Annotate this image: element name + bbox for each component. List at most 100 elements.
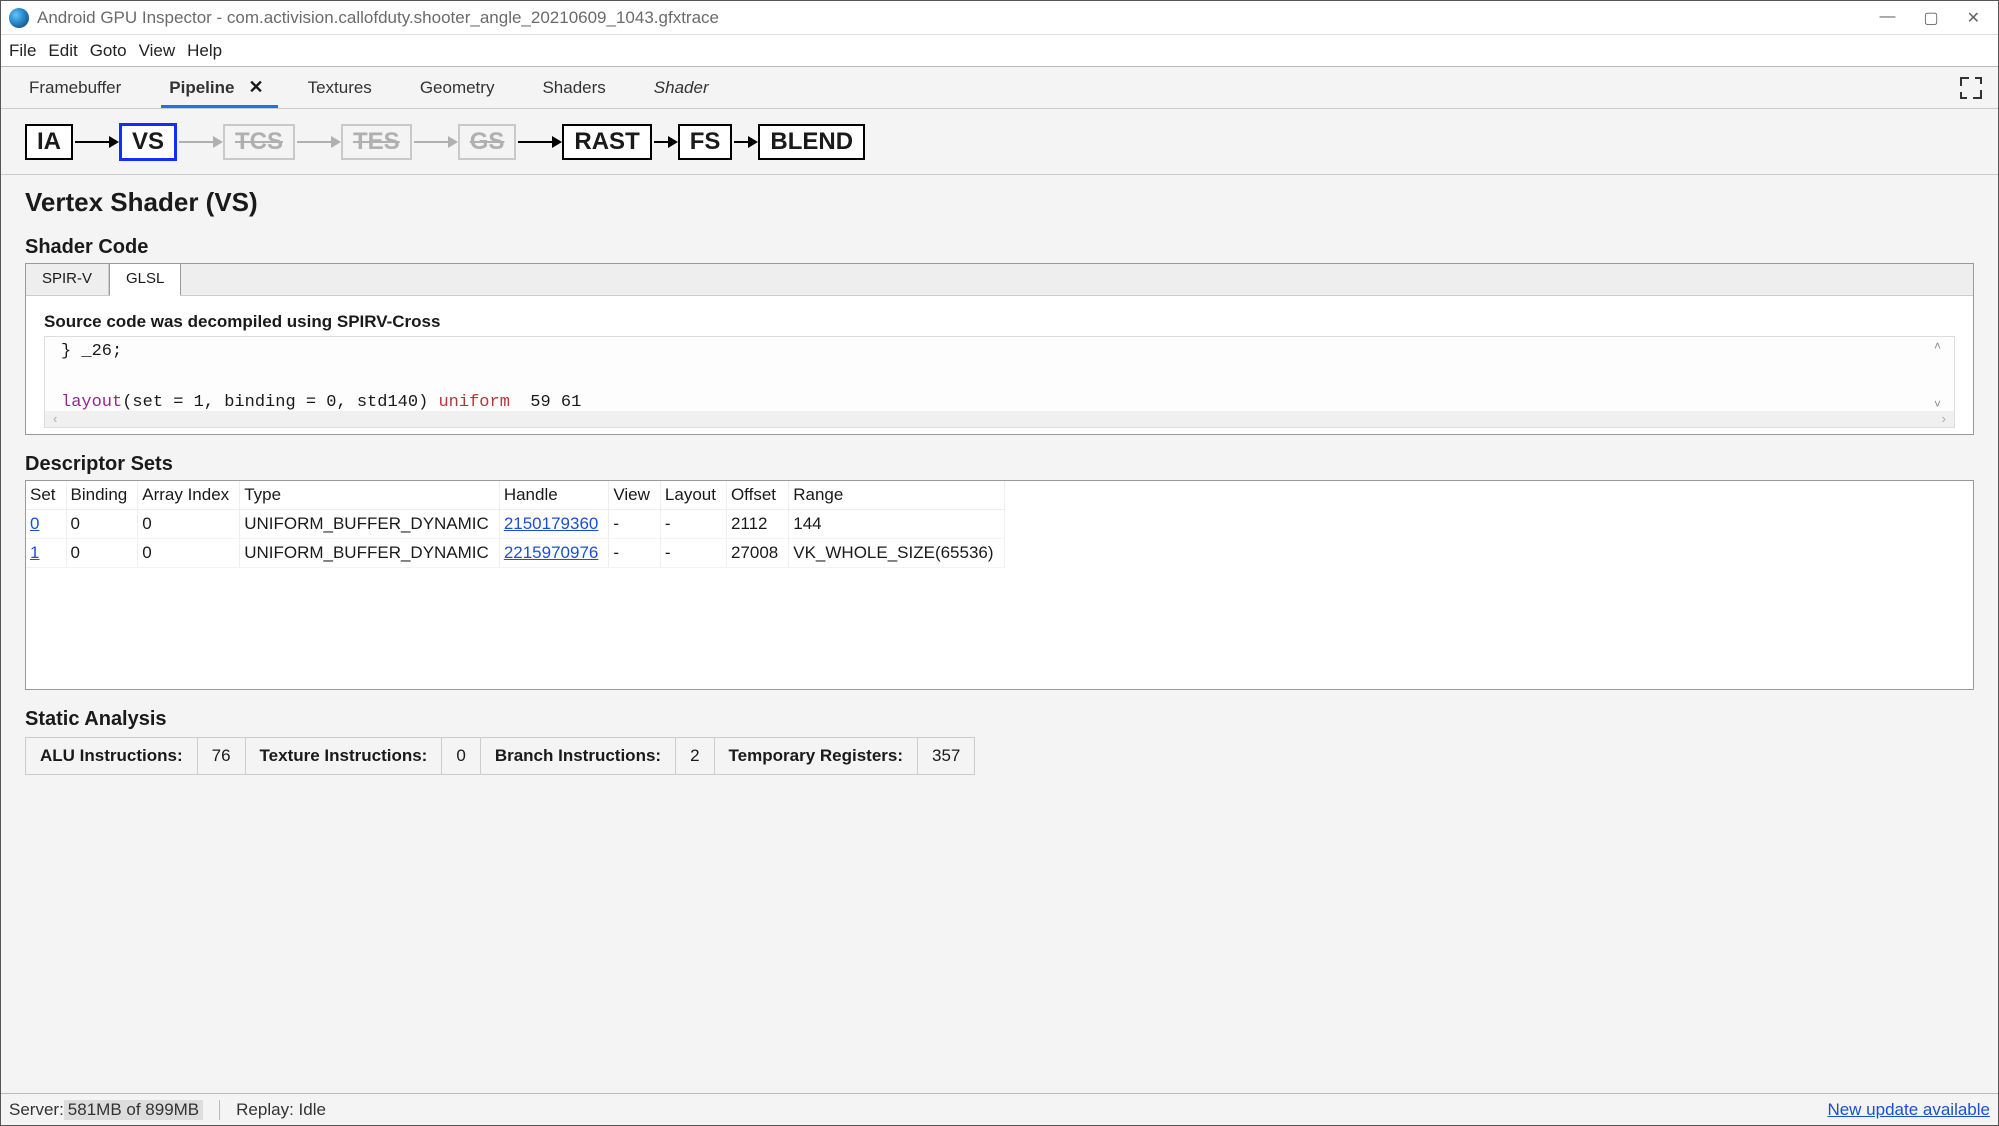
static-analysis-heading: Static Analysis [25, 708, 1974, 731]
shader-code-box: SPIR-V GLSL Source code was decompiled u… [25, 263, 1974, 435]
tab-close-icon[interactable]: ✕ [248, 77, 263, 98]
branch-value: 2 [676, 737, 714, 775]
vertical-scrollbar[interactable]: ˄˅ [1934, 339, 1952, 411]
tab-shaders[interactable]: Shaders [538, 70, 609, 106]
main-tabs: Framebuffer Pipeline ✕ Textures Geometry… [1, 67, 1998, 109]
scroll-down-icon[interactable]: ˅ [1934, 397, 1952, 411]
arrow-icon [297, 141, 339, 143]
menu-edit[interactable]: Edit [48, 41, 77, 61]
window-controls: — ▢ ✕ [1879, 8, 1990, 28]
stage-tes[interactable]: TES [341, 124, 412, 160]
decompile-note: Source code was decompiled using SPIRV-C… [44, 312, 1955, 332]
table-header-row: Set Binding Array Index Type Handle View… [26, 481, 1004, 510]
horizontal-scrollbar[interactable]: ‹› [45, 411, 1954, 427]
col-type[interactable]: Type [240, 481, 500, 510]
tab-framebuffer[interactable]: Framebuffer [25, 70, 125, 106]
app-icon [9, 8, 29, 28]
stage-fs[interactable]: FS [678, 124, 733, 160]
col-layout[interactable]: Layout [660, 481, 726, 510]
table-cell[interactable]: 0 [26, 510, 66, 539]
code-keyword: layout [61, 393, 122, 411]
table-cell: UNIFORM_BUFFER_DYNAMIC [240, 539, 500, 568]
pipeline-stages: IA VS TCS TES GS RAST FS BLEND [1, 109, 1998, 175]
arrow-icon [734, 141, 756, 143]
table-cell: - [660, 510, 726, 539]
table-row[interactable]: 100UNIFORM_BUFFER_DYNAMIC2215970976--270… [26, 539, 1004, 568]
table-cell: 0 [66, 539, 138, 568]
table-cell[interactable]: 2215970976 [499, 539, 609, 568]
code-line: } _26; [61, 342, 122, 361]
stage-rast[interactable]: RAST [562, 124, 651, 160]
arrow-icon [518, 141, 560, 143]
arrow-icon [75, 141, 117, 143]
col-handle[interactable]: Handle [499, 481, 609, 510]
table-cell: - [660, 539, 726, 568]
table-row[interactable]: 000UNIFORM_BUFFER_DYNAMIC2150179360--211… [26, 510, 1004, 539]
handle-link[interactable]: 2150179360 [504, 514, 599, 533]
update-link[interactable]: New update available [1827, 1100, 1990, 1120]
arrow-icon [414, 141, 456, 143]
code-area[interactable]: } _26; layout(set = 1, binding = 0, std1… [44, 336, 1955, 428]
table-cell: 0 [66, 510, 138, 539]
menu-file[interactable]: File [9, 41, 36, 61]
set-link[interactable]: 0 [30, 514, 39, 533]
table-cell: 0 [138, 539, 240, 568]
replay-status: Replay: Idle [236, 1100, 326, 1120]
table-cell: 0 [138, 510, 240, 539]
menubar: File Edit Goto View Help [1, 35, 1998, 67]
arrow-icon [179, 141, 221, 143]
stage-gs[interactable]: GS [458, 124, 517, 160]
menu-goto[interactable]: Goto [90, 41, 127, 61]
minimize-icon[interactable]: — [1879, 8, 1895, 28]
tex-label: Texture Instructions: [246, 737, 443, 775]
scroll-left-icon[interactable]: ‹ [53, 411, 57, 427]
tab-textures[interactable]: Textures [304, 70, 376, 106]
stage-blend[interactable]: BLEND [758, 124, 865, 160]
stage-vs[interactable]: VS [119, 123, 177, 161]
tex-value: 0 [442, 737, 480, 775]
alu-value: 76 [198, 737, 246, 775]
page-title: Vertex Shader (VS) [25, 187, 1974, 218]
table-cell: 27008 [726, 539, 788, 568]
alu-label: ALU Instructions: [25, 737, 198, 775]
titlebar: Android GPU Inspector - com.activision.c… [1, 1, 1998, 35]
tab-pipeline[interactable]: Pipeline [165, 70, 238, 106]
server-label: Server: [9, 1100, 64, 1120]
menu-view[interactable]: View [139, 41, 176, 61]
col-binding[interactable]: Binding [66, 481, 138, 510]
table-cell[interactable]: 1 [26, 539, 66, 568]
stage-tcs[interactable]: TCS [223, 124, 295, 160]
tab-shader[interactable]: Shader [650, 70, 713, 106]
code-tab-glsl[interactable]: GLSL [109, 263, 181, 296]
table-cell: 144 [789, 510, 1004, 539]
content-area: Vertex Shader (VS) Shader Code SPIR-V GL… [1, 175, 1998, 1093]
menu-help[interactable]: Help [187, 41, 222, 61]
maximize-icon[interactable]: ▢ [1923, 8, 1938, 28]
arrow-icon [654, 141, 676, 143]
code-tab-spirv[interactable]: SPIR-V [26, 264, 109, 295]
close-icon[interactable]: ✕ [1967, 8, 1980, 28]
col-set[interactable]: Set [26, 481, 66, 510]
scroll-up-icon[interactable]: ˄ [1934, 339, 1952, 353]
code-tabs: SPIR-V GLSL [26, 264, 1973, 296]
table-cell: - [609, 539, 661, 568]
set-link[interactable]: 1 [30, 543, 39, 562]
fullscreen-icon[interactable] [1960, 77, 1982, 99]
col-offset[interactable]: Offset [726, 481, 788, 510]
server-memory: 581MB of 899MB [64, 1100, 203, 1120]
table-cell[interactable]: 2150179360 [499, 510, 609, 539]
handle-link[interactable]: 2215970976 [504, 543, 599, 562]
table-cell: UNIFORM_BUFFER_DYNAMIC [240, 510, 500, 539]
descriptor-table: Set Binding Array Index Type Handle View… [25, 480, 1974, 690]
col-array-index[interactable]: Array Index [138, 481, 240, 510]
col-view[interactable]: View [609, 481, 661, 510]
col-range[interactable]: Range [789, 481, 1004, 510]
static-analysis-row: ALU Instructions: 76 Texture Instruction… [25, 737, 1974, 775]
table-cell: VK_WHOLE_SIZE(65536) [789, 539, 1004, 568]
divider [219, 1100, 220, 1120]
stage-ia[interactable]: IA [25, 124, 73, 160]
code-text: 59 61 [510, 393, 581, 411]
scroll-right-icon[interactable]: › [1942, 411, 1946, 427]
table-cell: - [609, 510, 661, 539]
tab-geometry[interactable]: Geometry [416, 70, 499, 106]
